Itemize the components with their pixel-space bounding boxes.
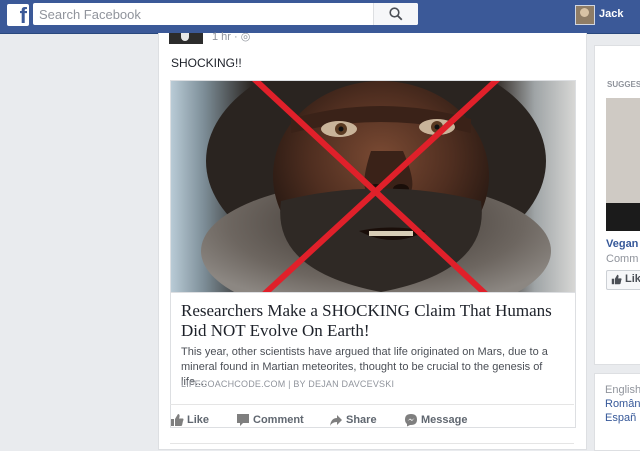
divider — [170, 443, 574, 444]
suggested-heading: SUGGES — [607, 80, 640, 89]
suggested-pages-panel: SUGGES Vegan Comm Lik — [594, 45, 640, 365]
message-label: Message — [421, 414, 468, 426]
search-button[interactable] — [373, 3, 418, 25]
user-name-link[interactable]: Jack — [599, 8, 623, 20]
language-panel: English Român Españ — [594, 373, 640, 451]
preview-photo — [171, 81, 575, 292]
search-input[interactable] — [39, 5, 369, 23]
facebook-logo-icon[interactable]: f — [7, 3, 29, 28]
messenger-icon — [405, 414, 417, 427]
link-title[interactable]: Researchers Make a SHOCKING Claim That H… — [181, 301, 571, 341]
language-current: English — [605, 384, 640, 396]
language-link-romanian[interactable]: Român — [605, 398, 640, 410]
user-avatar[interactable] — [575, 5, 595, 25]
thumbs-up-icon — [171, 414, 184, 426]
like-label: Like — [187, 414, 210, 426]
post-timestamp[interactable]: 1 hr · ◎ — [212, 30, 250, 43]
suggested-like-label: Lik — [625, 273, 640, 285]
post-author-avatar[interactable] — [169, 33, 203, 44]
post-action-bar: Like Comment Share Message — [170, 404, 574, 433]
feed-post-card: 1 hr · ◎ SHOCKING!! Researchers Make a S… — [158, 30, 587, 450]
top-navigation-bar: f Jack — [0, 0, 640, 34]
thumbs-up-icon — [611, 274, 622, 285]
search-box — [33, 3, 418, 25]
comment-icon — [237, 414, 249, 426]
share-label: Share — [346, 414, 377, 426]
link-source: LIFECOACHCODE.COM | BY DEJAN DAVCEVSKI — [181, 379, 395, 389]
suggested-page-title[interactable]: Vegan — [606, 238, 638, 250]
suggested-page-category: Comm — [606, 253, 639, 265]
suggested-page-like-button[interactable]: Lik — [606, 270, 640, 290]
shared-link-preview[interactable]: Researchers Make a SHOCKING Claim That H… — [170, 80, 576, 428]
comment-label: Comment — [253, 414, 304, 426]
post-text: SHOCKING!! — [171, 56, 242, 70]
language-link-spanish[interactable]: Españ — [605, 412, 636, 424]
share-icon — [330, 415, 342, 426]
link-preview-image[interactable] — [171, 81, 575, 292]
suggested-page-image[interactable] — [606, 98, 640, 231]
search-icon — [389, 7, 403, 21]
